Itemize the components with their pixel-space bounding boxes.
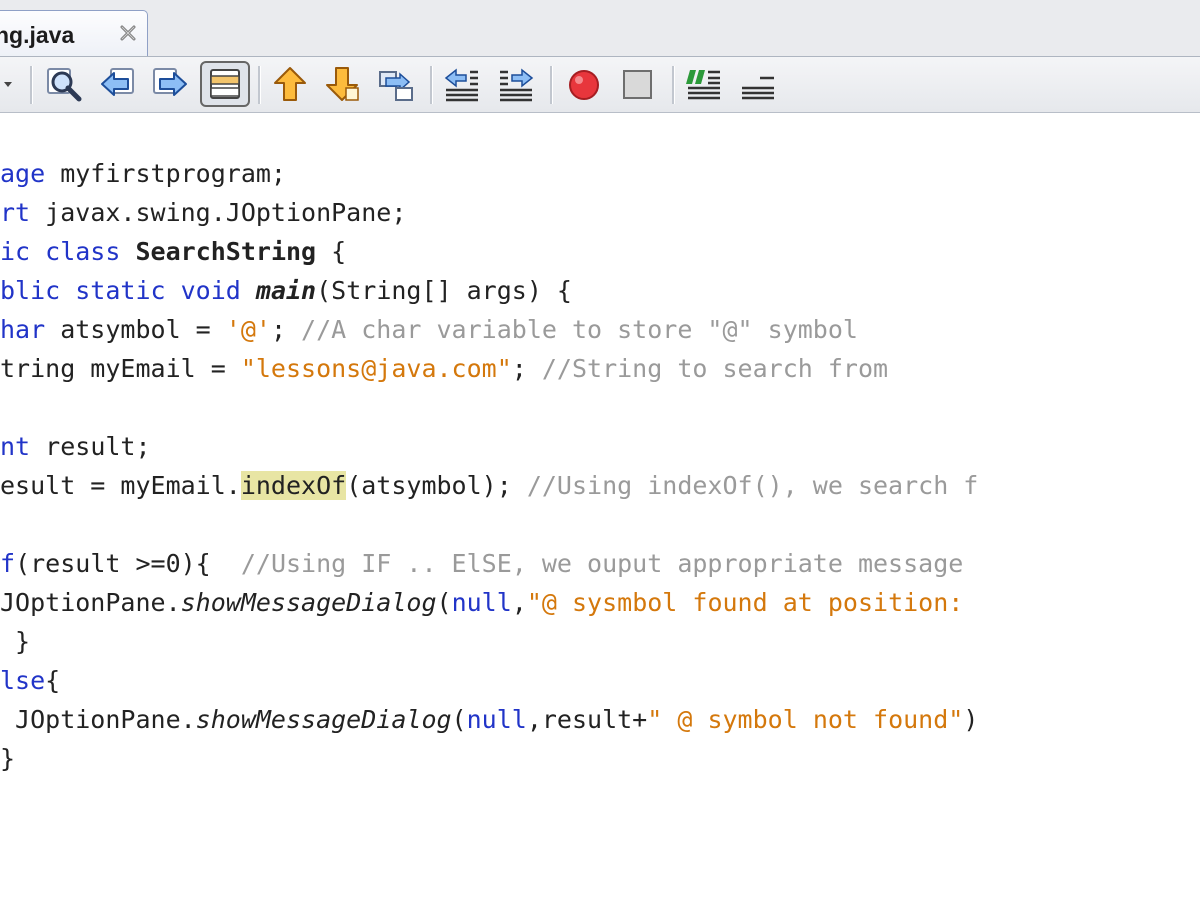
code-token: "lessons@java.com" [240, 354, 512, 383]
code-line[interactable]: nt result; [0, 427, 151, 466]
code-token: myfirstprogram; [45, 159, 286, 188]
next-bookmark-icon[interactable] [322, 64, 362, 104]
code-line[interactable]: rt javax.swing.JOptionPane; [0, 193, 406, 232]
code-token: nt [0, 432, 31, 461]
code-token: result; [30, 432, 151, 461]
code-token: ( [436, 588, 452, 617]
code-token: ; [511, 354, 542, 383]
code-token: (String[] args) { [316, 276, 572, 305]
toggle-bookmark-icon[interactable] [376, 64, 416, 104]
tab-label: ng.java [0, 22, 75, 48]
code-token: JOptionPane. [0, 705, 196, 734]
code-token: atsymbol = [45, 315, 226, 344]
code-token: SearchString [135, 237, 317, 266]
code-token: (atsymbol); [346, 471, 527, 500]
shift-left-icon[interactable] [442, 64, 482, 104]
editor-toolbar [0, 57, 1200, 113]
code-line[interactable]: esult = myEmail.indexOf(atsymbol); //Usi… [0, 466, 978, 505]
close-icon[interactable] [119, 24, 137, 42]
code-line[interactable]: tring myEmail = "lessons@java.com"; //St… [0, 349, 888, 388]
code-token: showMessageDialog [195, 705, 452, 734]
stop-macro-recording-icon[interactable] [618, 64, 658, 104]
code-token: rt [0, 198, 31, 227]
code-line[interactable]: } [0, 739, 15, 778]
code-token: //Using indexOf(), we search f [526, 471, 979, 500]
uncomment-icon[interactable] [738, 64, 778, 104]
toolbar-separator [672, 66, 675, 104]
code-token: " @ symbol not found" [647, 705, 964, 734]
code-token: lse [0, 666, 46, 695]
code-token: } [0, 627, 31, 656]
code-token: { [45, 666, 61, 695]
toolbar-separator [258, 66, 261, 104]
code-token: showMessageDialog [180, 588, 437, 617]
code-token: , [511, 588, 527, 617]
code-editor[interactable]: age myfirstprogram; rt javax.swing.JOptio… [0, 113, 1200, 900]
code-token: ic class [0, 237, 121, 266]
code-token: (result >=0){ [15, 549, 241, 578]
find-icon[interactable] [44, 64, 84, 104]
editor-tab-bar: ng.java [0, 0, 1200, 57]
start-macro-recording-icon[interactable] [564, 64, 604, 104]
code-token: ; [270, 315, 302, 344]
dropdown-arrow-icon[interactable] [0, 64, 20, 104]
code-token: { [316, 237, 347, 266]
code-line[interactable]: age myfirstprogram; [0, 154, 286, 193]
comment-icon[interactable] [684, 64, 724, 104]
find-previous-icon[interactable] [98, 64, 138, 104]
code-token: } [0, 744, 16, 773]
code-token: //Using IF .. ElSE, we ouput appropriate… [240, 549, 964, 578]
code-token: age [0, 159, 46, 188]
code-token: main [255, 276, 317, 305]
code-token: '@' [225, 315, 271, 344]
code-token: JOptionPane. [0, 588, 181, 617]
code-token: ( [451, 705, 467, 734]
code-token: ,result+ [526, 705, 648, 734]
code-line[interactable]: JOptionPane.showMessageDialog(null,"@ sy… [0, 583, 978, 622]
code-token: //A char variable to store "@" symbol [301, 315, 858, 344]
previous-bookmark-icon[interactable] [270, 64, 310, 104]
code-token: esult = myEmail. [0, 471, 241, 500]
shift-right-icon[interactable] [496, 64, 536, 104]
code-token: har [0, 315, 46, 344]
code-token: ) [963, 705, 979, 734]
code-token: f [0, 549, 16, 578]
ide-window: ng.java age myfirstprogram; rt javax.swi… [0, 0, 1200, 900]
code-token: javax.swing.JOptionPane; [30, 198, 407, 227]
toolbar-separator [550, 66, 553, 104]
code-token: //String to search from [541, 354, 889, 383]
toggle-highlight-icon[interactable] [200, 61, 250, 107]
code-line[interactable]: } [0, 622, 30, 661]
toolbar-separator [30, 66, 33, 104]
code-line[interactable]: f(result >=0){ //Using IF .. ElSE, we ou… [0, 544, 963, 583]
code-line[interactable]: lse{ [0, 661, 60, 700]
code-line[interactable]: JOptionPane.showMessageDialog(null,resul… [0, 700, 978, 739]
code-line[interactable]: har atsymbol = '@'; //A char variable to… [0, 310, 858, 349]
editor-tab[interactable]: ng.java [0, 10, 148, 56]
code-line[interactable]: blic static void main(String[] args) { [0, 271, 572, 310]
code-line[interactable]: ic class SearchString { [0, 232, 346, 271]
code-token: null [451, 588, 512, 617]
code-token: "@ sysmbol found at position: [526, 588, 979, 617]
code-token: null [466, 705, 527, 734]
code-token: blic static void [0, 276, 241, 305]
code-token: indexOf [240, 471, 347, 500]
code-token: tring myEmail = [0, 354, 241, 383]
toolbar-separator [430, 66, 433, 104]
find-next-icon[interactable] [150, 64, 190, 104]
